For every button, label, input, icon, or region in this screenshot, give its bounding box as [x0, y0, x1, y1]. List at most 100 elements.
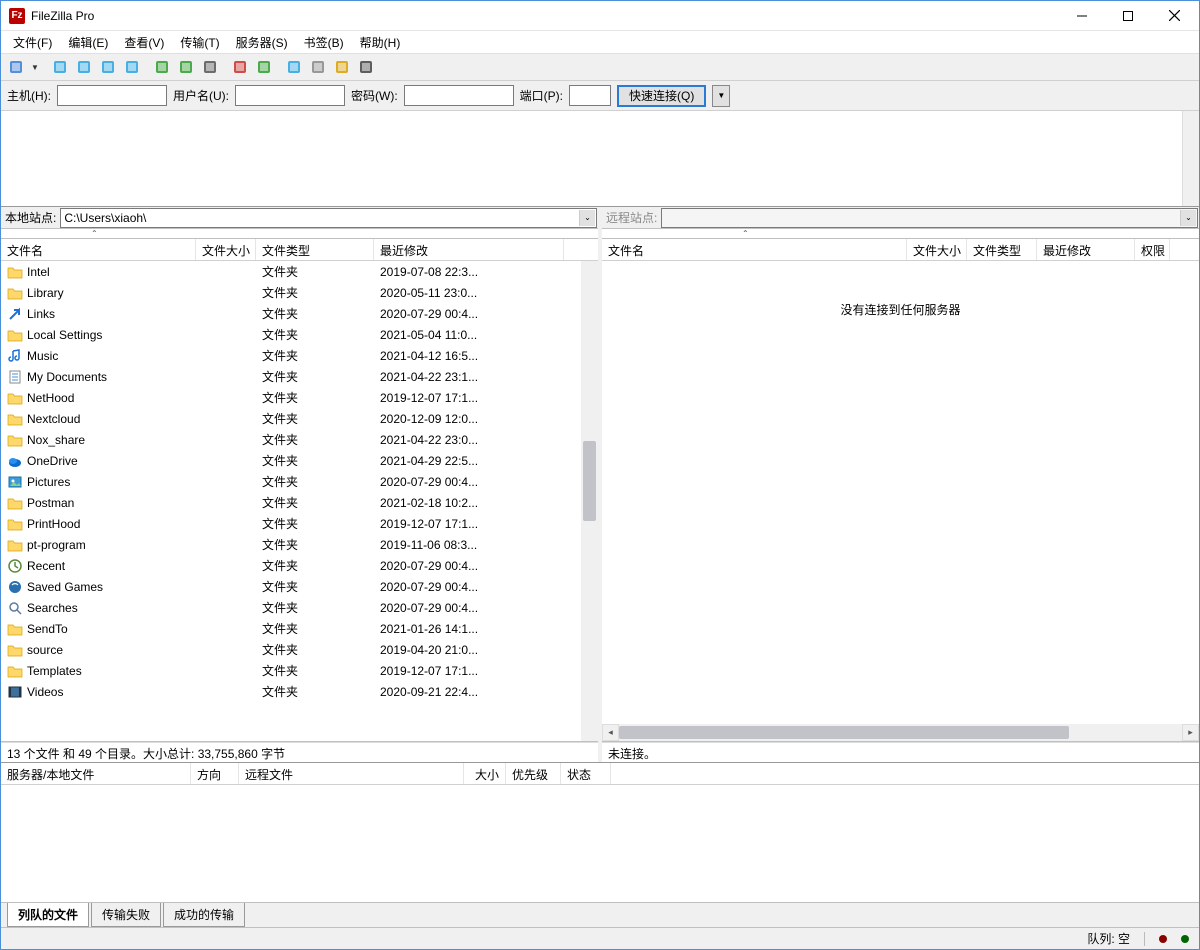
find-files-button[interactable]: [307, 56, 329, 78]
toggle-log-button[interactable]: [49, 56, 71, 78]
qcol-direction[interactable]: 方向: [191, 763, 239, 784]
qcol-size[interactable]: 大小: [464, 763, 506, 784]
cancel-button[interactable]: [199, 56, 221, 78]
file-row[interactable]: Library文件夹2020-05-11 23:0...: [1, 282, 581, 303]
remote-path-combo[interactable]: ⌄: [661, 208, 1198, 228]
qcol-server[interactable]: 服务器/本地文件: [1, 763, 191, 784]
local-columns-header: 文件名 文件大小 文件类型 最近修改: [1, 239, 598, 261]
file-row[interactable]: OneDrive文件夹2021-04-29 22:5...: [1, 450, 581, 471]
file-row[interactable]: My Documents文件夹2021-04-22 23:1...: [1, 366, 581, 387]
col-permissions[interactable]: 权限: [1135, 239, 1170, 260]
remote-hscrollbar[interactable]: ◂ ▸: [602, 724, 1199, 741]
file-row[interactable]: Templates文件夹2019-12-07 17:1...: [1, 660, 581, 681]
file-modified: 2020-07-29 00:4...: [374, 475, 564, 489]
file-name: Intel: [27, 265, 50, 279]
chevron-down-icon[interactable]: ⌄: [579, 210, 595, 226]
quick-connect-button[interactable]: 快速连接(Q): [617, 85, 706, 107]
compare-button[interactable]: [283, 56, 305, 78]
menu-item[interactable]: 服务器(S): [228, 32, 296, 53]
file-row[interactable]: NetHood文件夹2019-12-07 17:1...: [1, 387, 581, 408]
file-row[interactable]: Music文件夹2021-04-12 16:5...: [1, 345, 581, 366]
file-row[interactable]: Intel文件夹2019-07-08 22:3...: [1, 261, 581, 282]
file-row[interactable]: SendTo文件夹2021-01-26 14:1...: [1, 618, 581, 639]
binoculars-button[interactable]: [355, 56, 377, 78]
local-site-row: 本地站点: C:\Users\xiaoh\ ⌄: [1, 207, 598, 229]
password-input[interactable]: [404, 85, 514, 106]
col-type[interactable]: 文件类型: [256, 239, 374, 260]
file-row[interactable]: Nextcloud文件夹2020-12-09 12:0...: [1, 408, 581, 429]
file-name: Local Settings: [27, 328, 102, 342]
file-row[interactable]: source文件夹2019-04-20 21:0...: [1, 639, 581, 660]
col-name[interactable]: 文件名: [1, 239, 196, 260]
qcol-status[interactable]: 状态: [561, 763, 611, 784]
menu-item[interactable]: 编辑(E): [60, 32, 116, 53]
col-name[interactable]: 文件名: [602, 239, 907, 260]
chevron-down-icon[interactable]: ⌄: [1180, 210, 1196, 226]
menu-item[interactable]: 书签(B): [296, 32, 352, 53]
quick-connect-dropdown[interactable]: ▼: [712, 85, 730, 107]
close-button[interactable]: [1151, 1, 1197, 31]
col-modified[interactable]: 最近修改: [374, 239, 564, 260]
queue-body[interactable]: [1, 785, 1199, 902]
local-tree-collapsed[interactable]: ⌃: [1, 229, 598, 239]
menu-item[interactable]: 文件(F): [5, 32, 60, 53]
file-name: Searches: [27, 601, 78, 615]
file-modified: 2021-02-18 10:2...: [374, 496, 564, 510]
host-label: 主机(H):: [7, 87, 51, 104]
site-manager-button[interactable]: [5, 56, 27, 78]
file-row[interactable]: PrintHood文件夹2019-12-07 17:1...: [1, 513, 581, 534]
message-log[interactable]: [1, 111, 1199, 207]
host-input[interactable]: [57, 85, 167, 106]
queue-tab[interactable]: 列队的文件: [7, 903, 89, 927]
file-name: Saved Games: [27, 580, 103, 594]
local-path-combo[interactable]: C:\Users\xiaoh\ ⌄: [60, 208, 597, 228]
col-type[interactable]: 文件类型: [967, 239, 1037, 260]
file-modified: 2021-04-12 16:5...: [374, 349, 564, 363]
reconnect-button[interactable]: [253, 56, 275, 78]
scroll-right-icon[interactable]: ▸: [1182, 724, 1199, 741]
minimize-button[interactable]: [1059, 1, 1105, 31]
col-size[interactable]: 文件大小: [196, 239, 256, 260]
file-row[interactable]: Links文件夹2020-07-29 00:4...: [1, 303, 581, 324]
toggle-local-tree-button[interactable]: [73, 56, 95, 78]
file-row[interactable]: Saved Games文件夹2020-07-29 00:4...: [1, 576, 581, 597]
queue-tab[interactable]: 成功的传输: [163, 903, 245, 927]
qcol-priority[interactable]: 优先级: [506, 763, 561, 784]
remote-pane: 远程站点: ⌄ ⌃ 文件名 文件大小 文件类型 最近修改 权限 没有连接到任何服…: [602, 207, 1199, 762]
toggle-queue-button[interactable]: [121, 56, 143, 78]
file-row[interactable]: Postman文件夹2021-02-18 10:2...: [1, 492, 581, 513]
remote-tree-collapsed[interactable]: ⌃: [602, 229, 1199, 239]
file-row[interactable]: Nox_share文件夹2021-04-22 23:0...: [1, 429, 581, 450]
col-size[interactable]: 文件大小: [907, 239, 967, 260]
file-row[interactable]: Videos文件夹2020-09-21 22:4...: [1, 681, 581, 702]
local-file-body[interactable]: Intel文件夹2019-07-08 22:3...Library文件夹2020…: [1, 261, 598, 741]
local-scrollbar[interactable]: [581, 261, 598, 741]
col-modified[interactable]: 最近修改: [1037, 239, 1135, 260]
disconnect-button[interactable]: [229, 56, 251, 78]
refresh-button[interactable]: [151, 56, 173, 78]
menu-item[interactable]: 传输(T): [172, 32, 227, 53]
toggle-remote-tree-button[interactable]: [97, 56, 119, 78]
remote-file-body[interactable]: 没有连接到任何服务器: [602, 261, 1199, 724]
remote-file-list: 文件名 文件大小 文件类型 最近修改 权限 没有连接到任何服务器 ◂ ▸: [602, 239, 1199, 742]
scroll-left-icon[interactable]: ◂: [602, 724, 619, 741]
qcol-remote[interactable]: 远程文件: [239, 763, 464, 784]
username-input[interactable]: [235, 85, 345, 106]
file-row[interactable]: pt-program文件夹2019-11-06 08:3...: [1, 534, 581, 555]
file-row[interactable]: Searches文件夹2020-07-29 00:4...: [1, 597, 581, 618]
menu-item[interactable]: 查看(V): [116, 32, 172, 53]
sync-browse-button[interactable]: [331, 56, 353, 78]
menu-item[interactable]: 帮助(H): [352, 32, 409, 53]
filter-icon: [178, 59, 194, 75]
filter-button[interactable]: [175, 56, 197, 78]
maximize-button[interactable]: [1105, 1, 1151, 31]
file-type: 文件夹: [256, 662, 374, 679]
activity-led-send-icon: [1181, 935, 1189, 943]
file-row[interactable]: Recent文件夹2020-07-29 00:4...: [1, 555, 581, 576]
file-row[interactable]: Local Settings文件夹2021-05-04 11:0...: [1, 324, 581, 345]
port-input[interactable]: [569, 85, 611, 106]
file-row[interactable]: Pictures文件夹2020-07-29 00:4...: [1, 471, 581, 492]
toolbar-dropdown-icon[interactable]: ▼: [29, 63, 41, 72]
log-scrollbar[interactable]: [1182, 111, 1199, 206]
queue-tab[interactable]: 传输失败: [91, 903, 161, 927]
